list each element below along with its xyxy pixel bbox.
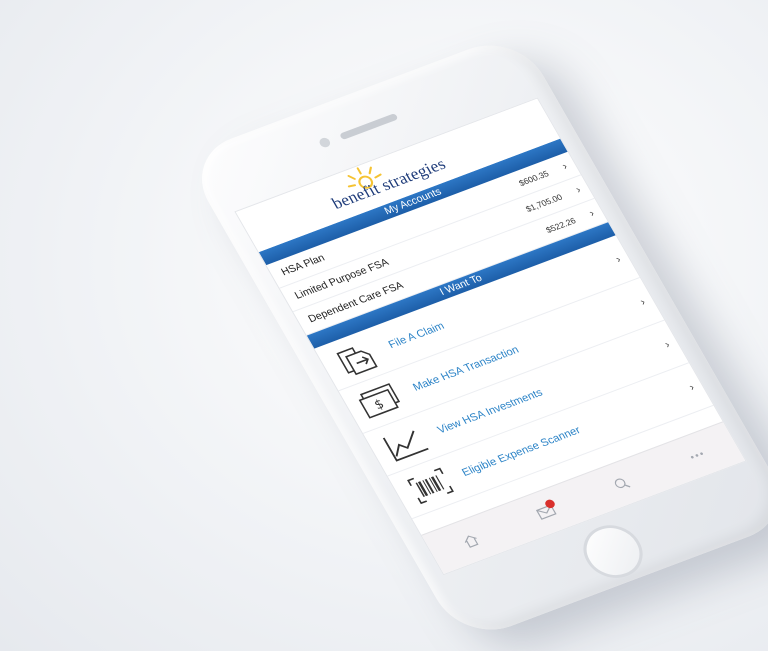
dollar-bill-icon: $ <box>358 383 401 419</box>
search-icon <box>614 478 630 489</box>
tab-search[interactable] <box>583 456 659 512</box>
tab-more[interactable] <box>659 428 735 484</box>
chevron-right-icon: › <box>560 160 570 173</box>
more-icon <box>690 452 703 459</box>
camera-icon <box>317 136 332 149</box>
account-amount: $522.26 <box>544 215 578 235</box>
phone-mockup: benefit strategies My Accounts HSA Plan … <box>180 0 768 645</box>
account-amount: $600.35 <box>517 168 551 188</box>
app-screen: benefit strategies My Accounts HSA Plan … <box>234 97 747 576</box>
tab-messages[interactable] <box>508 484 584 540</box>
background: benefit strategies My Accounts HSA Plan … <box>0 0 768 651</box>
chevron-right-icon: › <box>573 184 584 196</box>
tab-home[interactable] <box>433 513 509 569</box>
phone-body: benefit strategies My Accounts HSA Plan … <box>182 30 768 645</box>
home-button[interactable] <box>573 517 654 586</box>
chevron-right-icon: › <box>587 207 597 220</box>
home-icon <box>464 535 479 549</box>
speaker-grille <box>339 113 399 141</box>
line-chart-icon <box>382 430 429 462</box>
file-claim-icon <box>336 347 378 376</box>
barcode-scanner-icon <box>407 467 454 505</box>
account-amount: $1,705.00 <box>523 191 565 214</box>
